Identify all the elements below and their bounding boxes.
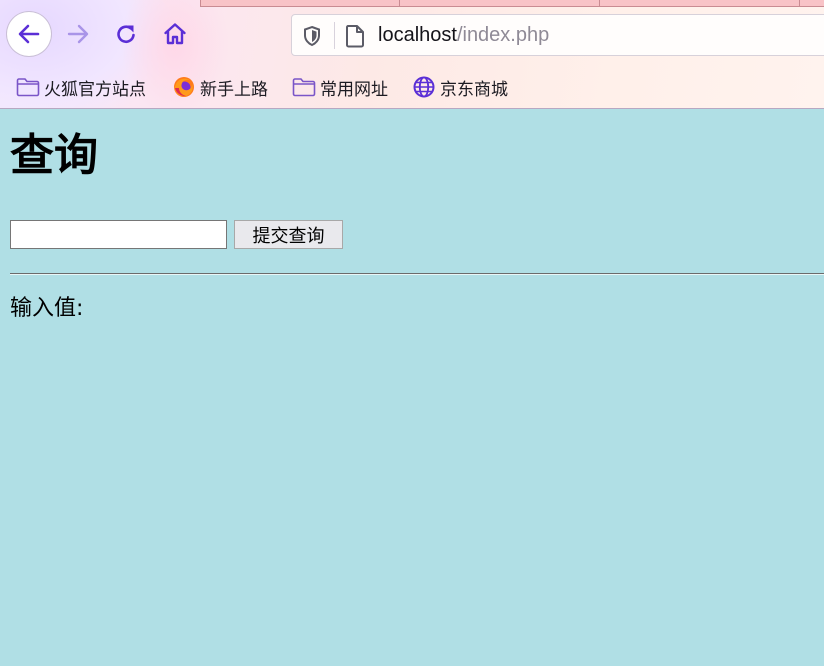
tab-separator [799,0,800,6]
reload-button[interactable] [106,14,146,54]
globe-icon [412,76,436,98]
address-bar[interactable]: localhost/index.php [291,14,824,56]
folder-icon [292,76,316,98]
bookmark-label: 常用网址 [320,79,388,100]
firefox-icon [172,76,196,98]
bookmark-item[interactable]: 新手上路 [172,72,268,102]
page-content: 查询 提交查询 输入值: [0,109,824,666]
divider [10,273,824,275]
submit-button[interactable]: 提交查询 [234,220,343,249]
search-input[interactable] [10,220,227,249]
bookmarks-toolbar: 火狐官方站点 新手上路 常用网址 京东商城 [0,72,824,102]
page-title: 查询 [10,130,98,181]
address-bar-separator [334,22,335,49]
url-host: localhost [378,24,457,46]
tab-separator [599,0,600,6]
arrow-left-icon [18,24,40,44]
bookmark-label: 火狐官方站点 [44,79,146,100]
bookmark-item[interactable]: 常用网址 [292,72,388,102]
forward-button[interactable] [58,14,98,54]
home-icon [164,23,186,45]
bookmark-label: 新手上路 [200,79,268,100]
back-button[interactable] [7,12,51,56]
arrow-right-icon [67,24,89,44]
browser-window: localhost/index.php 火狐官方站点 新手上路 常用网址 京东商… [0,0,824,666]
folder-icon [16,76,40,98]
tab-separator [399,0,400,6]
browser-toolbar: localhost/index.php 火狐官方站点 新手上路 常用网址 京东商… [0,0,824,109]
bookmark-item[interactable]: 火狐官方站点 [16,72,146,102]
shield-icon[interactable] [302,25,322,47]
tab-strip[interactable] [200,0,824,7]
bookmark-label: 京东商城 [440,79,508,100]
reload-icon [117,25,135,44]
home-button[interactable] [155,14,195,54]
result-label: 输入值: [10,296,84,321]
page-icon[interactable] [344,24,366,48]
url-text[interactable]: localhost/index.php [378,24,549,47]
url-path: /index.php [456,24,550,46]
bookmark-item[interactable]: 京东商城 [412,72,508,102]
